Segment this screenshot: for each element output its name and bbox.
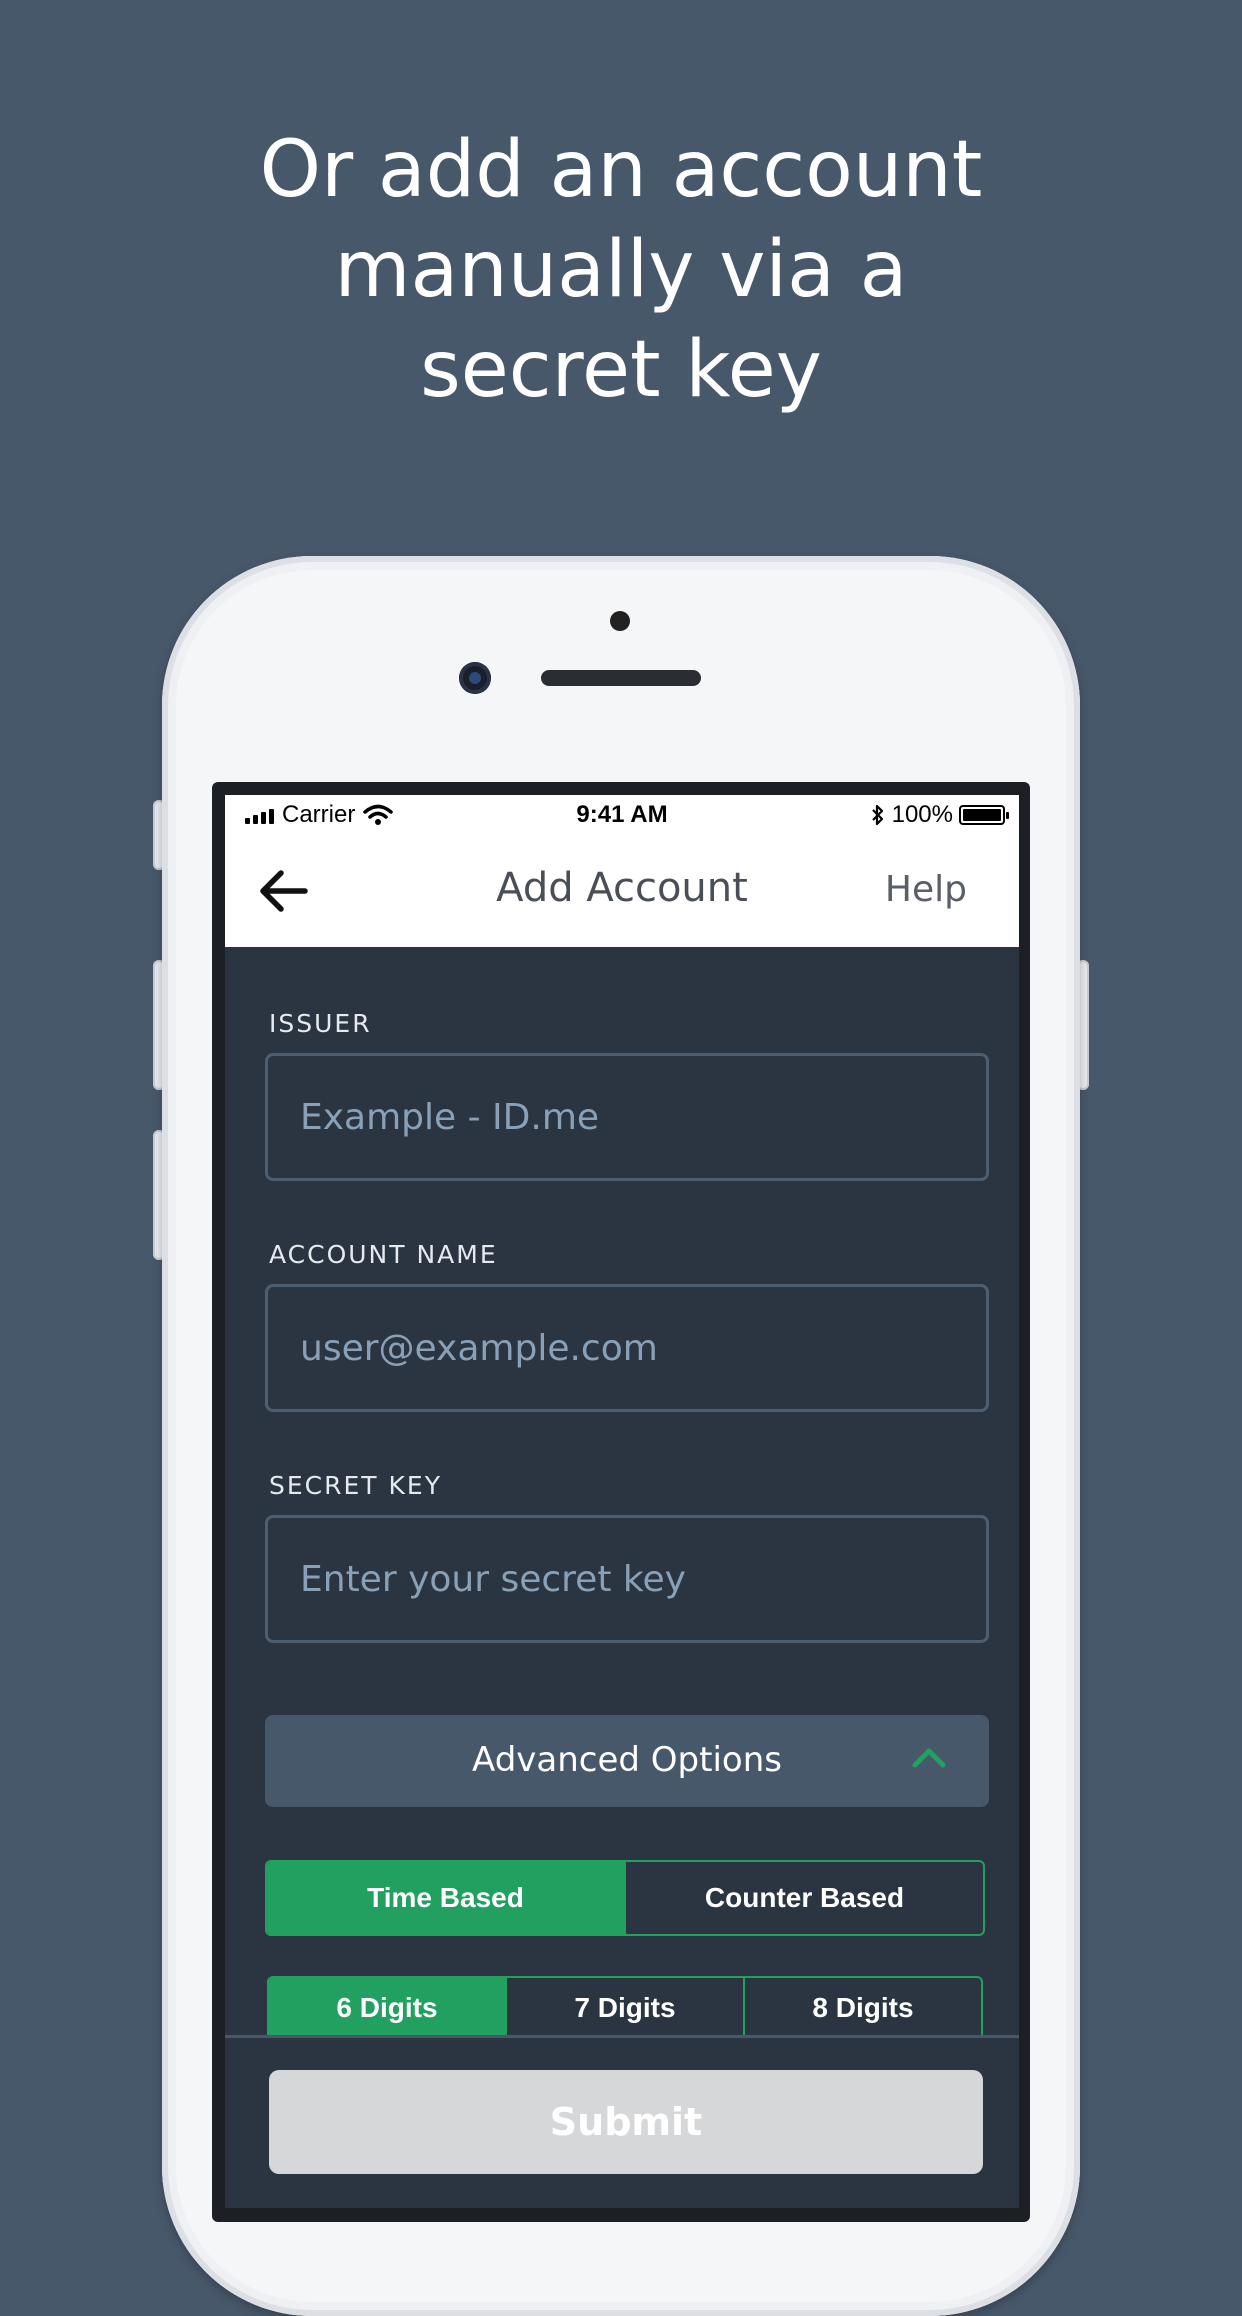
chevron-up-icon [912, 1748, 946, 1768]
secret-key-input[interactable] [268, 1518, 986, 1640]
account-name-input[interactable] [268, 1287, 986, 1409]
proximity-sensor [610, 611, 630, 631]
navigation-bar: Add Account Help [225, 833, 1019, 947]
bluetooth-icon [871, 804, 883, 826]
headline-line-1: Or add an account [259, 125, 983, 215]
advanced-options-toggle[interactable]: Advanced Options [265, 1715, 989, 1807]
issuer-label: ISSUER [269, 1009, 372, 1038]
earpiece-speaker [541, 670, 701, 686]
submit-button[interactable]: Submit [269, 2070, 983, 2174]
counter-based-option[interactable]: Counter Based [624, 1862, 983, 1934]
eight-digits-option[interactable]: 8 Digits [743, 1978, 981, 2038]
digits-segmented-control: 6 Digits 7 Digits 8 Digits [267, 1976, 983, 2040]
seven-digits-option[interactable]: 7 Digits [505, 1978, 743, 2038]
issuer-field-container [265, 1053, 989, 1181]
app-screen: Carrier 9:41 AM 100% Add Account Help IS… [225, 795, 1019, 2208]
account-name-field-container [265, 1284, 989, 1412]
six-digits-option[interactable]: 6 Digits [269, 1978, 505, 2038]
battery-icon [959, 805, 1009, 825]
account-name-label: ACCOUNT NAME [269, 1240, 498, 1269]
time-based-option[interactable]: Time Based [267, 1862, 624, 1934]
status-right: 100% [870, 801, 1009, 829]
status-bar: Carrier 9:41 AM 100% [225, 795, 1019, 833]
front-camera [459, 662, 491, 694]
headline: Or add an account manually via a secret … [0, 120, 1242, 420]
headline-line-3: secret key [420, 325, 822, 415]
secret-key-label: SECRET KEY [269, 1471, 442, 1500]
secret-key-field-container [265, 1515, 989, 1643]
battery-percentage: 100% [891, 801, 953, 828]
help-button[interactable]: Help [885, 869, 967, 910]
advanced-options-label: Advanced Options [472, 1740, 782, 1780]
bottom-action-bar: Submit [225, 2035, 1019, 2208]
issuer-input[interactable] [268, 1056, 986, 1178]
headline-line-2: manually via a [334, 225, 908, 315]
otp-type-segmented-control: Time Based Counter Based [265, 1860, 985, 1936]
